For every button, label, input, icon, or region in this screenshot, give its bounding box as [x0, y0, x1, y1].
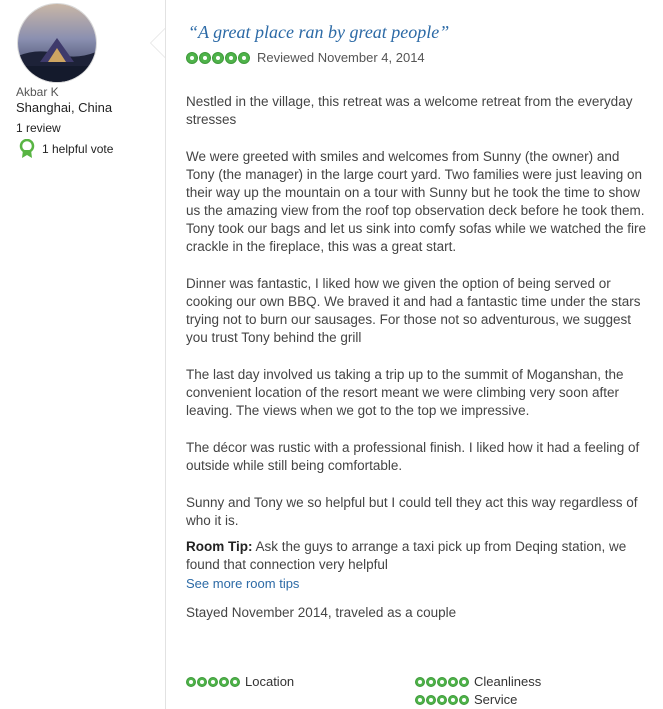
rating-bubble-icon: [208, 676, 218, 687]
reviewer-name[interactable]: Akbar K: [16, 85, 59, 99]
review-paragraph: Dinner was fantastic, I liked how we giv…: [186, 276, 641, 345]
sub-rating-cleanliness: Cleanliness: [415, 674, 541, 689]
review-date: Reviewed November 4, 2014: [257, 50, 425, 65]
review-rating-row: Reviewed November 4, 2014: [186, 50, 425, 65]
reviewer-location: Shanghai, China: [16, 100, 113, 115]
review-body: Nestled in the village, this retreat was…: [186, 93, 648, 622]
room-tip-label: Room Tip:: [186, 539, 253, 554]
review-panel: “A great place ran by great people” Revi…: [165, 0, 663, 709]
review-paragraph: The décor was rustic with a professional…: [186, 440, 640, 473]
sub-rating-label: Location: [245, 674, 295, 689]
rating-bubble-icon: [459, 694, 469, 705]
avatar-photo: [18, 4, 96, 82]
rating-bubble-icon: [459, 676, 469, 687]
rating-bubble-icon: [230, 676, 240, 687]
room-tip-text: Ask the guys to arrange a taxi pick up f…: [186, 539, 627, 572]
sub-rating-label: Cleanliness: [474, 674, 542, 689]
rating-bubble-icon: [186, 676, 196, 687]
helpful-votes: 1 helpful vote: [16, 139, 113, 159]
stay-info: Stayed November 2014, traveled as a coup…: [186, 605, 457, 620]
rating-bubble-icon: [448, 676, 458, 687]
review-paragraph: Sunny and Tony we so helpful but I could…: [186, 495, 638, 528]
rating-bubble-icon: [426, 676, 436, 687]
room-tip: Room Tip: Ask the guys to arrange a taxi…: [186, 538, 648, 574]
sub-rating-bubbles: [415, 676, 470, 687]
review-title[interactable]: “A great place ran by great people”: [188, 22, 449, 43]
rating-bubble-icon: [212, 51, 224, 64]
rating-bubble-icon: [197, 676, 207, 687]
sub-rating-location: Location: [186, 674, 294, 689]
rating-bubble-icon: [199, 51, 211, 64]
see-more-room-tips-link[interactable]: See more room tips: [186, 575, 648, 593]
rating-bubble-icon: [225, 51, 237, 64]
avatar[interactable]: [18, 4, 96, 82]
review-paragraph: The last day involved us taking a trip u…: [186, 367, 624, 418]
reviewer-info: Akbar K Shanghai, China 1 review 1 helpf…: [0, 0, 160, 709]
review-rating-bubbles: [186, 51, 251, 64]
review-paragraph: Nestled in the village, this retreat was…: [186, 94, 633, 127]
rating-bubble-icon: [437, 694, 447, 705]
rating-bubble-icon: [238, 51, 250, 64]
sub-rating-service: Service: [415, 692, 517, 707]
helpful-votes-label: 1 helpful vote: [42, 142, 114, 156]
helpful-vote-badge-icon: [19, 139, 35, 158]
review-paragraph: We were greeted with smiles and welcomes…: [186, 149, 646, 254]
sub-rating-bubbles: [415, 694, 470, 705]
sub-rating-label: Service: [474, 692, 518, 707]
panel-pointer: [151, 29, 165, 57]
rating-bubble-icon: [415, 694, 425, 705]
rating-bubble-icon: [437, 676, 447, 687]
rating-bubble-icon: [186, 51, 198, 64]
reviewer-review-count[interactable]: 1 review: [16, 121, 61, 135]
sub-rating-bubbles: [186, 676, 241, 687]
rating-bubble-icon: [219, 676, 229, 687]
rating-bubble-icon: [426, 694, 436, 705]
rating-bubble-icon: [415, 676, 425, 687]
rating-bubble-icon: [448, 694, 458, 705]
